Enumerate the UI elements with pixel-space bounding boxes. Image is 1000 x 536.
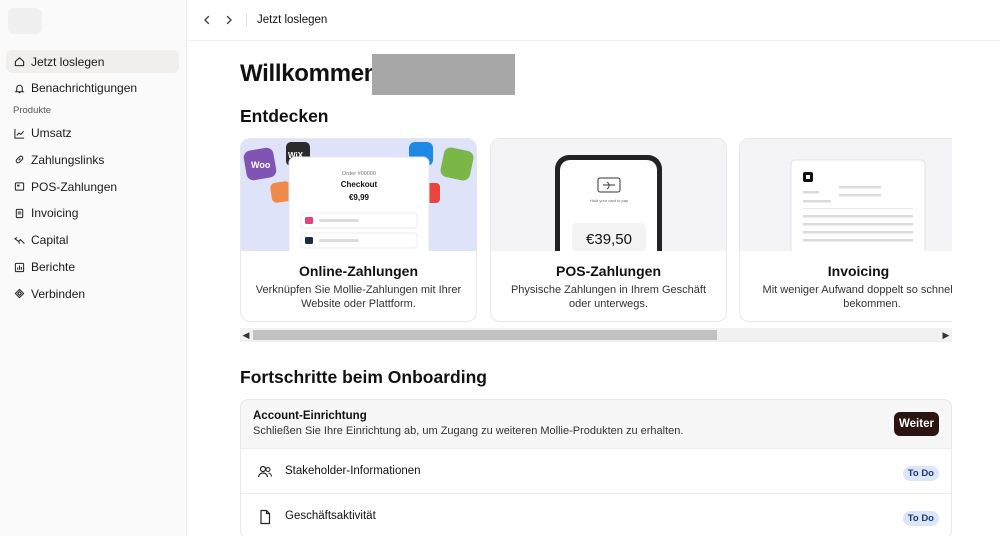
card-title: Invoicing — [827, 263, 890, 279]
discover-heading: Entdecken — [240, 106, 329, 126]
onboarding-row-stakeholder[interactable]: Stakeholder-Informationen To Do — [241, 448, 951, 493]
sidebar-item-label: Verbinden — [31, 286, 86, 301]
onboarding-heading: Fortschritte beim Onboarding — [240, 367, 487, 387]
bell-icon — [13, 82, 25, 94]
scrollbar-thumb[interactable] — [253, 330, 717, 340]
sidebar-item-label: Capital — [31, 233, 69, 248]
capital-icon — [13, 234, 25, 246]
sidebar-item-zahlungslinks[interactable]: Zahlungslinks — [6, 148, 179, 171]
card-illustration — [740, 139, 952, 251]
card-description: Verknüpfen Sie Mollie-Zahlungen mit Ihre… — [255, 284, 462, 310]
sidebar-item-label: POS-Zahlungen — [31, 179, 118, 194]
status-badge: To Do — [902, 511, 939, 526]
onboarding-row-label: Geschäftsaktivität — [285, 510, 376, 522]
order-number: Order #00000 — [342, 171, 376, 177]
discover-cards: Woo WiX Order #00000 Checkout €9,99 Onli… — [240, 138, 952, 324]
checkout-amount: €9,99 — [349, 193, 370, 202]
chevron-left-icon — [204, 15, 210, 25]
back-button[interactable] — [198, 11, 216, 29]
card-illustration: Hold your card to pay €39,50 — [491, 139, 726, 251]
top-bar: Jetzt loslegen — [188, 0, 1000, 41]
home-icon — [13, 56, 25, 68]
sidebar-item-label: Zahlungslinks — [31, 152, 105, 167]
card-pos-zahlungen[interactable]: Hold your card to pay €39,50 POS-Zahlung… — [490, 138, 727, 322]
forward-button[interactable] — [220, 11, 238, 29]
sidebar-section-label: Produkte — [13, 104, 52, 116]
sidebar-item-label: Umsatz — [31, 126, 72, 141]
sidebar: Jetzt loslegen Benachrichtigungen Produk… — [0, 0, 187, 536]
sidebar-item-umsatz[interactable]: Umsatz — [6, 122, 179, 145]
sidebar-item-invoicing[interactable]: Invoicing — [6, 202, 179, 225]
sidebar-item-label: Benachrichtigungen — [31, 81, 138, 96]
scroll-right-icon[interactable]: ▶ — [940, 328, 952, 342]
report-icon — [13, 261, 25, 273]
file-icon — [260, 509, 271, 525]
card-description: Mit weniger Aufwand doppelt so schnell G… — [752, 284, 952, 311]
card-description-text: Mit weniger Aufwand doppelt so schnell G… — [762, 284, 952, 310]
account-setup-header: Account-Einrichtung Schließen Sie Ihre E… — [241, 400, 951, 448]
document-icon — [13, 207, 25, 219]
scroll-left-icon[interactable]: ◀ — [240, 328, 252, 342]
sidebar-item-benachrichtigungen[interactable]: Benachrichtigungen — [6, 77, 179, 100]
card-online-zahlungen[interactable]: Woo WiX Order #00000 Checkout €9,99 Onli… — [240, 138, 477, 322]
invoice-illustration — [790, 159, 926, 251]
users-icon — [257, 465, 273, 478]
sidebar-item-berichte[interactable]: Berichte — [6, 256, 179, 279]
sidebar-item-pos-zahlungen[interactable]: POS-Zahlungen — [6, 175, 179, 198]
logo[interactable] — [8, 8, 42, 34]
pos-hint-text: Hold your card to pay — [590, 198, 628, 203]
card-invoicing[interactable]: Invoicing Mit weniger Aufwand doppelt so… — [739, 138, 952, 322]
sidebar-item-jetzt-loslegen[interactable]: Jetzt loslegen — [6, 50, 179, 73]
account-setup-title: Account-Einrichtung — [253, 410, 367, 422]
onboarding-row-label: Stakeholder-Informationen — [285, 465, 421, 477]
sidebar-item-capital[interactable]: Capital — [6, 229, 179, 252]
chart-line-icon — [13, 127, 25, 139]
sidebar-item-label: Invoicing — [31, 206, 79, 221]
redacted-name — [372, 54, 515, 95]
sidebar-item-verbinden[interactable]: Verbinden — [6, 282, 179, 305]
status-badge: To Do — [902, 466, 939, 481]
sidebar-nav: Jetzt loslegen Benachrichtigungen Produk… — [6, 50, 179, 309]
welcome-heading: Willkommen, — [240, 60, 385, 87]
sidebar-item-label: Jetzt loslegen — [31, 54, 105, 69]
chevron-right-icon — [226, 15, 232, 25]
puzzle-icon — [13, 288, 25, 300]
woo-badge-text: Woo — [251, 160, 271, 170]
card-title: Online-Zahlungen — [299, 263, 418, 279]
link-icon — [13, 154, 25, 166]
pos-terminal-icon — [13, 181, 25, 193]
onboarding-row-geschaeftsaktivitaet[interactable]: Geschäftsaktivität To Do — [241, 493, 951, 536]
sidebar-item-label: Berichte — [31, 260, 76, 275]
checkout-label: Checkout — [341, 180, 378, 189]
page-breadcrumb: Jetzt loslegen — [257, 14, 328, 26]
card-title: POS-Zahlungen — [556, 263, 661, 279]
continue-button[interactable]: Weiter — [894, 412, 939, 436]
onboarding-panel: Account-Einrichtung Schließen Sie Ihre E… — [240, 399, 952, 536]
account-setup-subtitle: Schließen Sie Ihre Einrichtung ab, um Zu… — [253, 425, 684, 437]
pos-terminal-illustration: Hold your card to pay €39,50 — [555, 155, 662, 251]
card-illustration: Woo WiX Order #00000 Checkout €9,99 — [241, 139, 476, 251]
card-description: Physische Zahlungen in Ihrem Geschäft od… — [510, 284, 707, 310]
online-payments-illustration: Woo WiX Order #00000 Checkout €9,99 — [243, 142, 474, 251]
divider — [246, 13, 247, 27]
pos-amount: €39,50 — [586, 231, 632, 248]
horizontal-scrollbar[interactable]: ◀ ▶ — [240, 328, 952, 342]
